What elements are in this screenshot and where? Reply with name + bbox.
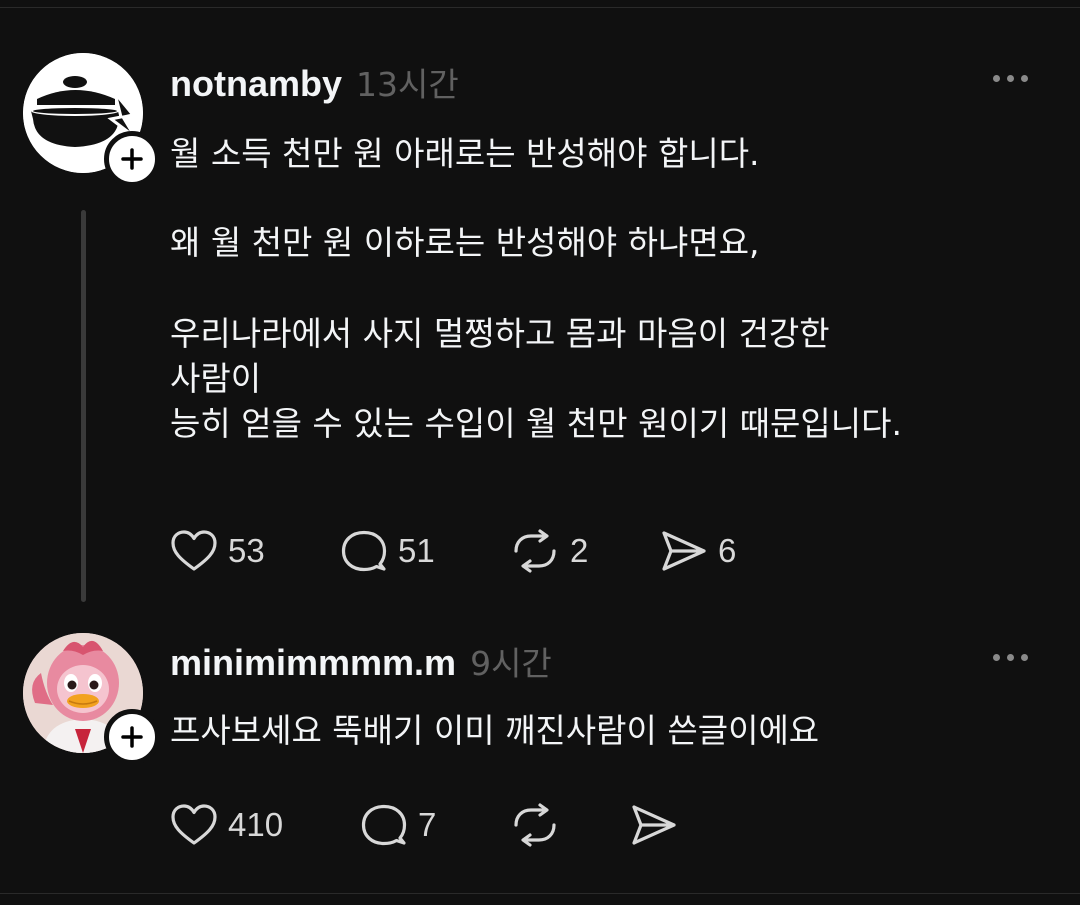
action-bar: 410 7 xyxy=(170,803,870,847)
paragraph: 프사보세요 뚝배기 이미 깨진사람이 쓴글이에요 xyxy=(170,711,820,750)
paragraph-line: 능히 얻을 수 있는 수입이 월 천만 원이기 때문입니다. xyxy=(170,404,902,443)
repost-icon xyxy=(514,803,556,847)
post-time: 13시간 xyxy=(356,65,459,104)
action-bar: 53 51 2 6 xyxy=(170,529,870,573)
heart-icon xyxy=(171,804,217,845)
repost-button[interactable]: 2 xyxy=(510,529,588,573)
username[interactable]: notnamby xyxy=(170,63,342,105)
repost-icon xyxy=(514,529,556,573)
repost-count: 2 xyxy=(570,532,589,569)
send-icon xyxy=(632,805,676,845)
follow-plus-button[interactable] xyxy=(104,709,160,765)
post-text: 우리나라에서 사지 멀쩡하고 몸과 마음이 건강한 사람이 능히 얻을 수 있는… xyxy=(170,311,902,446)
thread-line xyxy=(81,210,86,602)
dot-icon xyxy=(1007,75,1014,82)
plus-icon xyxy=(121,148,143,170)
comment-button[interactable]: 51 xyxy=(340,529,435,573)
paragraph: 왜 월 천만 원 이하로는 반성해야 하냐면요, xyxy=(170,223,760,262)
send-icon xyxy=(662,531,706,571)
like-button[interactable]: 410 xyxy=(170,803,283,847)
plus-icon xyxy=(121,726,143,748)
post-text: 월 소득 천만 원 아래로는 반성해야 합니다. xyxy=(170,134,760,174)
like-button[interactable]: 53 xyxy=(170,529,265,573)
comment-icon xyxy=(341,530,387,572)
share-button[interactable] xyxy=(630,803,678,847)
follow-plus-button[interactable] xyxy=(104,131,160,187)
paragraph: 월 소득 천만 원 아래로는 반성해야 합니다. xyxy=(170,134,760,173)
top-divider xyxy=(0,0,1080,8)
comment-button[interactable]: 7 xyxy=(360,803,436,847)
post-header: notnamby 13시간 xyxy=(170,58,459,106)
share-count: 6 xyxy=(718,532,737,569)
like-count: 410 xyxy=(228,806,284,843)
post-header: minimimmmm.m 9시간 xyxy=(170,637,552,685)
heart-icon xyxy=(171,530,217,571)
dot-icon xyxy=(1007,654,1014,661)
post-text: 프사보세요 뚝배기 이미 깨진사람이 쓴글이에요 xyxy=(170,711,819,751)
more-options-button[interactable] xyxy=(993,75,1028,82)
dot-icon xyxy=(993,75,1000,82)
dot-icon xyxy=(1021,654,1028,661)
comment-count: 51 xyxy=(398,532,435,569)
comment-count: 7 xyxy=(418,806,437,843)
like-count: 53 xyxy=(228,532,265,569)
comment-icon xyxy=(361,804,407,846)
paragraph-line: 우리나라에서 사지 멀쩡하고 몸과 마음이 건강한 xyxy=(170,314,830,353)
dot-icon xyxy=(1021,75,1028,82)
paragraph-line: 사람이 xyxy=(170,359,262,398)
share-button[interactable]: 6 xyxy=(660,529,736,573)
repost-button[interactable] xyxy=(510,803,560,847)
dot-icon xyxy=(993,654,1000,661)
post-text: 왜 월 천만 원 이하로는 반성해야 하냐면요, xyxy=(170,223,760,263)
bottom-divider xyxy=(0,893,1080,894)
more-options-button[interactable] xyxy=(993,654,1028,661)
post-time: 9시간 xyxy=(470,644,552,683)
username[interactable]: minimimmmm.m xyxy=(170,642,456,684)
